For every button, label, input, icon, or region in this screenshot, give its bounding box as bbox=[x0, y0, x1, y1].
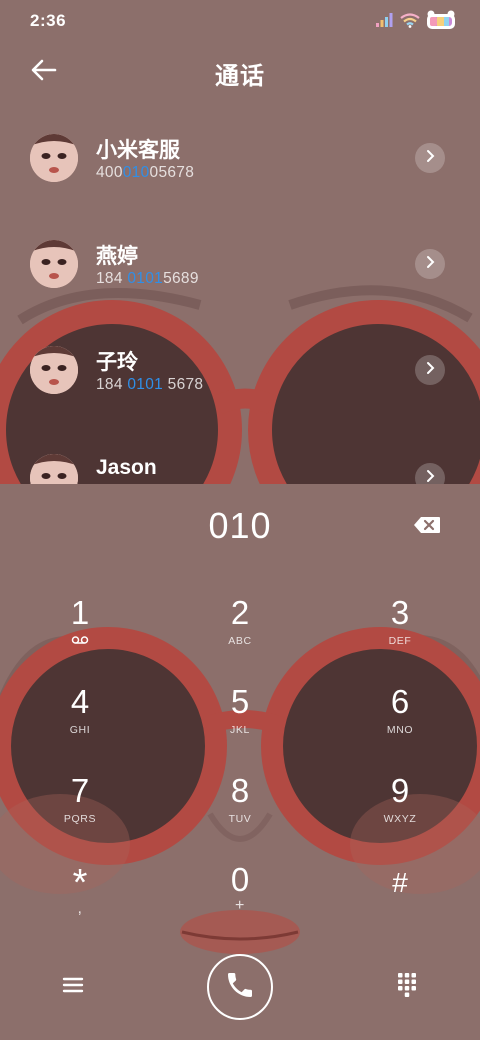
contact-name: 燕婷 bbox=[96, 245, 138, 268]
contact-number: 184 0101 5678 bbox=[96, 376, 204, 393]
contact-row[interactable]: 燕婷 184 01015689 bbox=[0, 210, 480, 316]
key-2[interactable]: 2 ABC bbox=[180, 595, 300, 675]
backspace-icon bbox=[413, 516, 441, 539]
key-5[interactable]: 5 JKL bbox=[180, 684, 300, 764]
key-hash[interactable]: # bbox=[340, 865, 460, 945]
dial-display: 010 bbox=[0, 500, 480, 560]
phone-icon bbox=[224, 969, 256, 1006]
dialpad-icon bbox=[396, 972, 418, 1003]
key-star[interactable]: * , bbox=[20, 864, 140, 945]
key-9[interactable]: 9 WXYZ bbox=[340, 773, 460, 853]
contact-detail-button[interactable] bbox=[415, 249, 445, 279]
key-7[interactable]: 7 PQRS bbox=[20, 773, 140, 853]
signal-icon bbox=[376, 13, 394, 32]
key-0[interactable]: 0 + bbox=[180, 862, 300, 942]
backspace-button[interactable] bbox=[410, 514, 444, 540]
key-8[interactable]: 8 TUV bbox=[180, 773, 300, 853]
header: 通话 bbox=[0, 44, 480, 100]
battery-icon bbox=[426, 10, 456, 35]
key-4[interactable]: 4 GHI bbox=[20, 684, 140, 764]
avatar bbox=[30, 454, 78, 484]
bottom-bar bbox=[0, 950, 480, 1030]
wifi-icon bbox=[400, 12, 420, 33]
menu-button[interactable] bbox=[58, 972, 88, 1002]
contact-number: 40001005678 bbox=[96, 164, 195, 181]
contact-detail-button[interactable] bbox=[415, 355, 445, 385]
chevron-right-icon bbox=[425, 469, 435, 485]
dialed-number: 010 bbox=[208, 505, 272, 546]
contact-detail-button[interactable] bbox=[415, 143, 445, 173]
menu-icon bbox=[62, 976, 84, 999]
status-bar: 2:36 bbox=[0, 0, 480, 40]
status-icons bbox=[376, 10, 456, 35]
voicemail-icon bbox=[20, 635, 140, 649]
contact-detail-button[interactable] bbox=[415, 463, 445, 484]
contact-row[interactable]: 子玲 184 0101 5678 bbox=[0, 316, 480, 422]
key-1[interactable]: 1 bbox=[20, 595, 140, 675]
key-6[interactable]: 6 MNO bbox=[340, 684, 460, 764]
call-button[interactable] bbox=[207, 954, 273, 1020]
avatar bbox=[30, 240, 78, 288]
page-title: 通话 bbox=[215, 63, 265, 90]
chevron-right-icon bbox=[425, 255, 435, 274]
chevron-right-icon bbox=[425, 149, 435, 168]
key-3[interactable]: 3 DEF bbox=[340, 595, 460, 675]
contact-name: 小米客服 bbox=[96, 139, 180, 162]
contact-results-list: 小米客服 40001005678 燕婷 184 01015689 子玲 184 … bbox=[0, 104, 480, 484]
contact-name: 子玲 bbox=[96, 351, 138, 374]
chevron-right-icon bbox=[425, 361, 435, 380]
keypad-toggle-button[interactable] bbox=[392, 972, 422, 1002]
contact-number: 184 01015689 bbox=[96, 270, 199, 287]
avatar bbox=[30, 134, 78, 182]
contact-name: Jason bbox=[96, 456, 157, 479]
status-time: 2:36 bbox=[30, 11, 67, 30]
contact-row[interactable]: Jason bbox=[0, 422, 480, 484]
contact-row[interactable]: 小米客服 40001005678 bbox=[0, 104, 480, 210]
avatar bbox=[30, 346, 78, 394]
